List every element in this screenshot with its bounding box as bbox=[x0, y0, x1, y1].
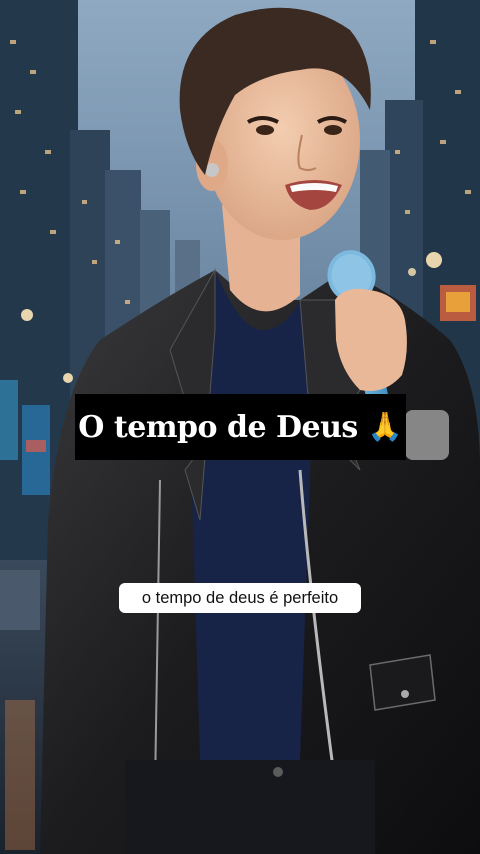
video-frame[interactable]: O tempo de Deus 🙏 o tempo de deus é perf… bbox=[0, 0, 480, 854]
title-overlay: O tempo de Deus 🙏 bbox=[75, 394, 406, 460]
caption-text: o tempo de deus é perfeito bbox=[141, 588, 339, 607]
praying-hands-icon: 🙏 bbox=[367, 410, 403, 443]
subtitle-caption: o tempo de deus é perfeito bbox=[119, 583, 361, 613]
title-text: O tempo de Deus bbox=[78, 409, 358, 445]
